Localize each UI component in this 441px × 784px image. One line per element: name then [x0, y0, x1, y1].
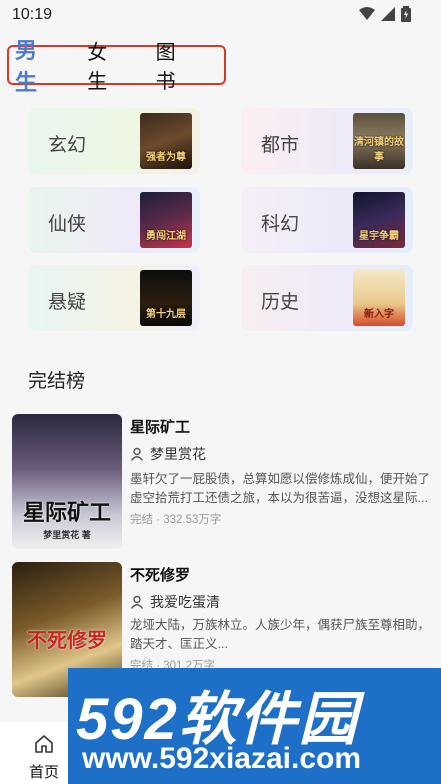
nav-home-label: 首页 [28, 764, 59, 781]
genre-cover: 清河镇的故事 [353, 113, 405, 169]
status-icons [359, 6, 411, 22]
cover-title: 星宇争霸 [359, 231, 399, 242]
book-meta: 完结 · 332.53万字 [130, 514, 222, 526]
genre-cover: 强者为尊 [140, 113, 192, 169]
book-title: 不死修罗 [130, 567, 191, 584]
wifi-icon [359, 7, 375, 20]
genre-cover: 星宇争霸 [353, 192, 405, 248]
book-word-count: 332.53万字 [163, 514, 222, 526]
genre-card-dushi[interactable]: 都市 清河镇的故事 [241, 108, 413, 174]
cover-title: 清河镇的故事 [354, 137, 404, 163]
book-cover: 星际矿工 梦里赏花 著 [12, 414, 122, 549]
home-icon [35, 735, 53, 753]
genre-card-lishi[interactable]: 历史 新入字 [241, 265, 413, 331]
user-icon [130, 595, 144, 609]
genre-cover: 勇闯江湖 [140, 192, 192, 248]
genre-label: 悬疑 [48, 292, 87, 313]
category-tabs: 男生 女生 图书 [7, 38, 226, 95]
cover-author: 梦里赏花 著 [43, 530, 91, 540]
user-icon [130, 447, 144, 461]
signal-icon [381, 7, 395, 21]
cover-title: 星际矿工 [22, 500, 111, 525]
book-author: 我爱吃蛋清 [130, 592, 220, 612]
book-description: 墨轩欠了一屁股债，总算如愿以偿修炼成仙，便开始了虚空拾荒打工还债之旅，本以为很苦… [130, 472, 431, 505]
book-status: 完结 [130, 514, 153, 526]
genre-card-kehuan[interactable]: 科幻 星宇争霸 [241, 187, 413, 253]
battery-icon [401, 6, 411, 22]
genre-cover: 第十九层 [140, 270, 192, 326]
tab-male[interactable]: 男生 [15, 33, 57, 97]
genre-card-xuanyi[interactable]: 悬疑 第十九层 [28, 265, 200, 331]
book-item[interactable]: 星际矿工 梦里赏花 著 星际矿工 梦里赏花 墨轩欠了一屁股债，总算如愿以偿修炼成… [12, 414, 432, 550]
watermark-url: www.592xiazai.com [82, 742, 362, 775]
genre-label: 玄幻 [48, 135, 87, 156]
book-title: 星际矿工 [130, 419, 191, 436]
genre-card-xianxia[interactable]: 仙侠 勇闯江湖 [28, 187, 200, 253]
genre-cover: 新入字 [353, 270, 405, 326]
genre-label: 都市 [261, 135, 300, 156]
book-author-name: 梦里赏花 [150, 446, 206, 462]
cover-title: 强者为尊 [146, 152, 186, 163]
cover-title: 不死修罗 [27, 630, 107, 652]
status-time: 10:19 [12, 6, 53, 23]
cover-title: 勇闯江湖 [146, 231, 186, 242]
cover-title: 新入字 [364, 309, 394, 320]
genre-label: 科幻 [261, 214, 300, 235]
section-title: 完结榜 [28, 371, 86, 392]
genre-label: 仙侠 [48, 214, 87, 235]
nav-home[interactable]: 首页 [26, 734, 62, 782]
book-description: 龙垭大陆，万族林立。人族少年，偶获尸族至尊相助，踏天才、匡正义... [130, 618, 431, 651]
status-bar: 10:19 [0, 0, 441, 32]
genre-card-xuanhuan[interactable]: 玄幻 强者为尊 [28, 108, 200, 174]
genre-label: 历史 [261, 292, 300, 313]
tab-books[interactable]: 图书 [156, 36, 194, 94]
book-author: 梦里赏花 [130, 444, 206, 464]
watermark-banner: 592软件园 www.592xiazai.com [68, 668, 441, 784]
tab-female[interactable]: 女生 [87, 36, 125, 94]
cover-title: 第十九层 [146, 309, 186, 320]
book-author-name: 我爱吃蛋清 [150, 594, 220, 610]
